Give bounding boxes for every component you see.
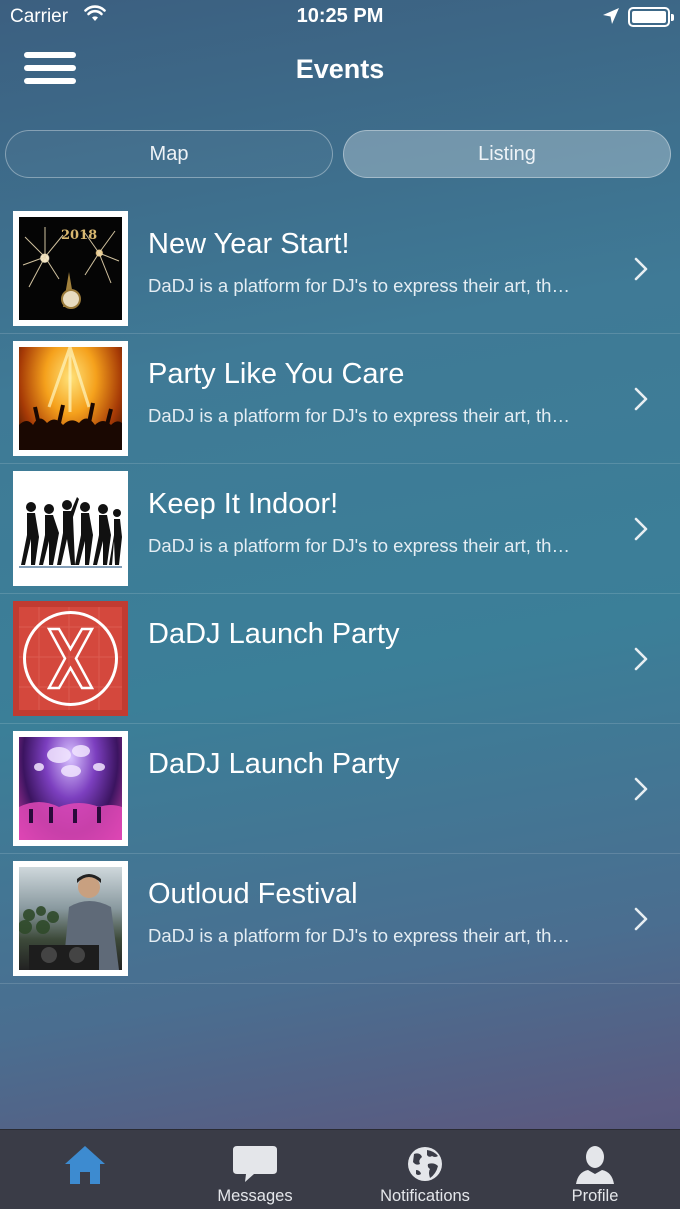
- event-row[interactable]: Keep It Indoor! DaDJ is a platform for D…: [0, 464, 680, 594]
- event-row[interactable]: DaDJ Launch Party: [0, 724, 680, 854]
- event-row[interactable]: DaDJ Launch Party: [0, 594, 680, 724]
- view-mode-segmented-control: Map Listing: [5, 130, 672, 178]
- tab-messages[interactable]: Messages: [170, 1130, 340, 1209]
- event-title: Outloud Festival: [148, 878, 358, 910]
- chevron-right-icon: [634, 777, 648, 801]
- status-bar: Carrier 10:25 PM: [0, 0, 680, 34]
- event-description: DaDJ is a platform for DJ's to express t…: [148, 275, 570, 296]
- svg-text:2018: 2018: [61, 228, 97, 243]
- event-title: New Year Start!: [148, 228, 350, 260]
- person-icon: [576, 1146, 614, 1184]
- event-thumbnail: [13, 471, 128, 586]
- battery-icon: [628, 7, 674, 27]
- tab-profile[interactable]: Profile: [510, 1130, 680, 1209]
- chevron-right-icon: [634, 257, 648, 281]
- tab-messages-label: Messages: [217, 1187, 293, 1205]
- event-row[interactable]: Party Like You Care DaDJ is a platform f…: [0, 334, 680, 464]
- event-title: Keep It Indoor!: [148, 488, 339, 520]
- event-thumbnail: 2018: [13, 211, 128, 326]
- event-thumbnail: [13, 601, 128, 716]
- chevron-right-icon: [634, 387, 648, 411]
- event-row[interactable]: 2018 New Year Start! DaDJ is a platform …: [0, 204, 680, 334]
- tab-bar: Messages Notifications Profile: [0, 1129, 680, 1209]
- event-thumbnail: [13, 341, 128, 456]
- event-description: DaDJ is a platform for DJ's to express t…: [148, 405, 570, 426]
- location-arrow-icon: [603, 8, 619, 24]
- event-row[interactable]: Outloud Festival DaDJ is a platform for …: [0, 854, 680, 984]
- listing-segment-button[interactable]: Listing: [343, 130, 671, 178]
- event-title: Party Like You Care: [148, 358, 405, 390]
- map-segment-button[interactable]: Map: [5, 130, 333, 178]
- tab-notifications[interactable]: Notifications: [340, 1130, 510, 1209]
- tab-home[interactable]: [0, 1130, 170, 1209]
- event-list: 2018 New Year Start! DaDJ is a platform …: [0, 204, 680, 984]
- home-icon: [65, 1146, 105, 1184]
- chat-bubble-icon: [233, 1146, 277, 1182]
- event-thumbnail: [13, 731, 128, 846]
- tab-notifications-label: Notifications: [380, 1187, 470, 1205]
- event-description: DaDJ is a platform for DJ's to express t…: [148, 535, 570, 556]
- page-title: Events: [295, 54, 385, 84]
- chevron-right-icon: [634, 517, 648, 541]
- navigation-bar: Events: [0, 34, 680, 106]
- chevron-right-icon: [634, 647, 648, 671]
- tab-profile-label: Profile: [571, 1187, 619, 1205]
- chevron-right-icon: [634, 907, 648, 931]
- clock: 10:25 PM: [296, 5, 384, 27]
- event-thumbnail: [13, 861, 128, 976]
- event-description: DaDJ is a platform for DJ's to express t…: [148, 925, 570, 946]
- globe-icon: [408, 1147, 442, 1181]
- event-title: DaDJ Launch Party: [148, 618, 400, 650]
- event-title: DaDJ Launch Party: [148, 748, 400, 780]
